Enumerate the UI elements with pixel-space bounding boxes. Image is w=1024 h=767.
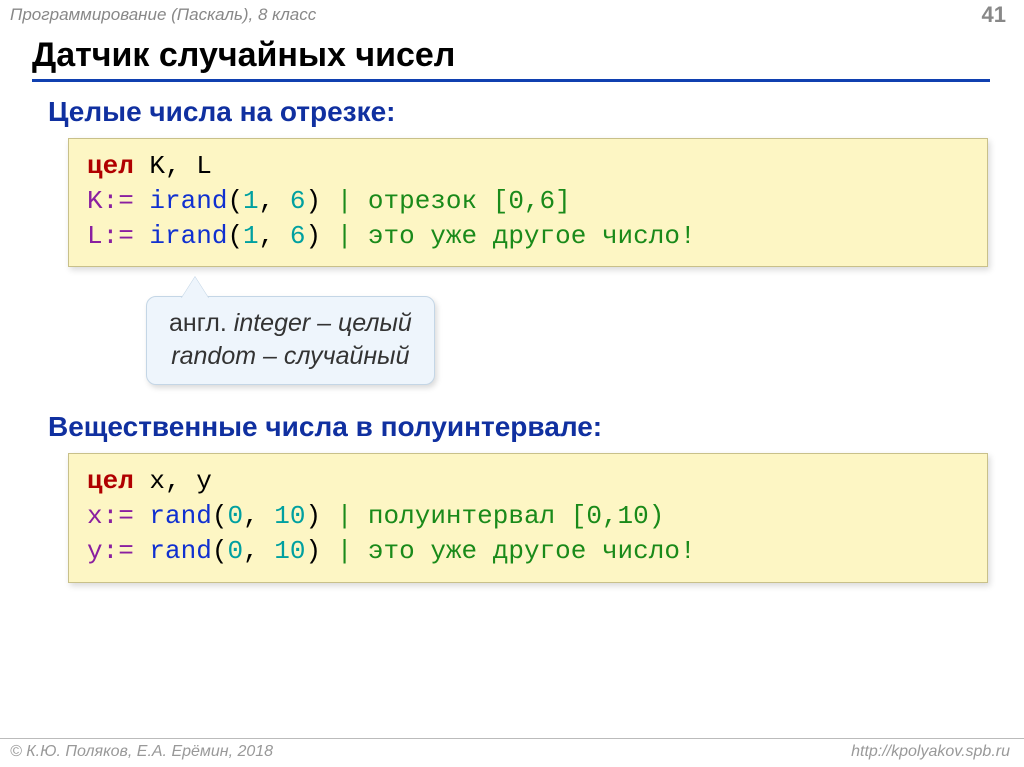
comment: | это уже другое число!: [321, 536, 695, 566]
num: 10: [274, 501, 305, 531]
breadcrumb: Программирование (Паскаль), 8 класс: [10, 5, 316, 25]
sep: ,: [259, 186, 275, 216]
paren: ): [305, 221, 321, 251]
code-block-int: цел K, L K:= irand(1, 6) | отрезок [0,6]…: [68, 138, 988, 267]
sep: ,: [243, 536, 259, 566]
num: 0: [227, 501, 243, 531]
section-header-real: Вещественные числа в полуинтервале:: [48, 411, 1024, 443]
section-header-int: Целые числа на отрезке:: [48, 96, 1024, 128]
paren: (: [227, 186, 243, 216]
page-number: 41: [982, 2, 1006, 28]
code-line: x:= rand(0, 10) | полуинтервал [0,10): [87, 499, 969, 534]
note-line: англ. integer – целый: [169, 307, 412, 340]
note-text: англ.: [169, 309, 234, 337]
num: 6: [290, 186, 306, 216]
code-line: K:= irand(1, 6) | отрезок [0,6]: [87, 184, 969, 219]
paren: ): [306, 501, 322, 531]
comment: | это уже другое число!: [321, 221, 695, 251]
note-term: integer: [234, 309, 310, 337]
sep: ,: [259, 221, 275, 251]
num: 1: [243, 221, 259, 251]
keyword: цел: [87, 466, 134, 496]
num: 10: [274, 536, 305, 566]
paren: (: [212, 501, 228, 531]
assign: y:=: [87, 536, 134, 566]
note-line: random – случайный: [169, 340, 412, 373]
code-line: цел K, L: [87, 149, 969, 184]
note-term: random: [171, 342, 256, 370]
footer-url: http://kpolyakov.spb.ru: [851, 743, 1010, 761]
code-text: K, L: [134, 151, 212, 181]
note-text: – целый: [310, 309, 412, 337]
num: 1: [243, 186, 259, 216]
fn-name: rand: [149, 536, 211, 566]
fn-name: irand: [149, 186, 227, 216]
comment: | отрезок [0,6]: [321, 186, 571, 216]
header-bar: Программирование (Паскаль), 8 класс 41: [0, 0, 1024, 30]
num: 0: [227, 536, 243, 566]
copyright: © К.Ю. Поляков, Е.А. Ерёмин, 2018: [10, 743, 273, 761]
code-line: L:= irand(1, 6) | это уже другое число!: [87, 219, 969, 254]
callout-tail-icon: [181, 277, 209, 299]
assign: K:=: [87, 186, 134, 216]
paren: (: [227, 221, 243, 251]
paren: ): [306, 536, 322, 566]
code-line: y:= rand(0, 10) | это уже другое число!: [87, 534, 969, 569]
assign: x:=: [87, 501, 134, 531]
fn-name: irand: [149, 221, 227, 251]
note-text: – случайный: [256, 342, 409, 370]
page-title: Датчик случайных чисел: [32, 36, 990, 82]
num: 6: [290, 221, 306, 251]
fn-name: rand: [149, 501, 211, 531]
footer-bar: © К.Ю. Поляков, Е.А. Ерёмин, 2018 http:/…: [0, 738, 1024, 761]
code-block-real: цел x, y x:= rand(0, 10) | полуинтервал …: [68, 453, 988, 582]
assign: L:=: [87, 221, 134, 251]
paren: (: [212, 536, 228, 566]
keyword: цел: [87, 151, 134, 181]
paren: ): [305, 186, 321, 216]
code-line: цел x, y: [87, 464, 969, 499]
code-text: x, y: [134, 466, 212, 496]
callout-note: англ. integer – целый random – случайный: [146, 296, 435, 385]
comment: | полуинтервал [0,10): [321, 501, 664, 531]
sep: ,: [243, 501, 259, 531]
